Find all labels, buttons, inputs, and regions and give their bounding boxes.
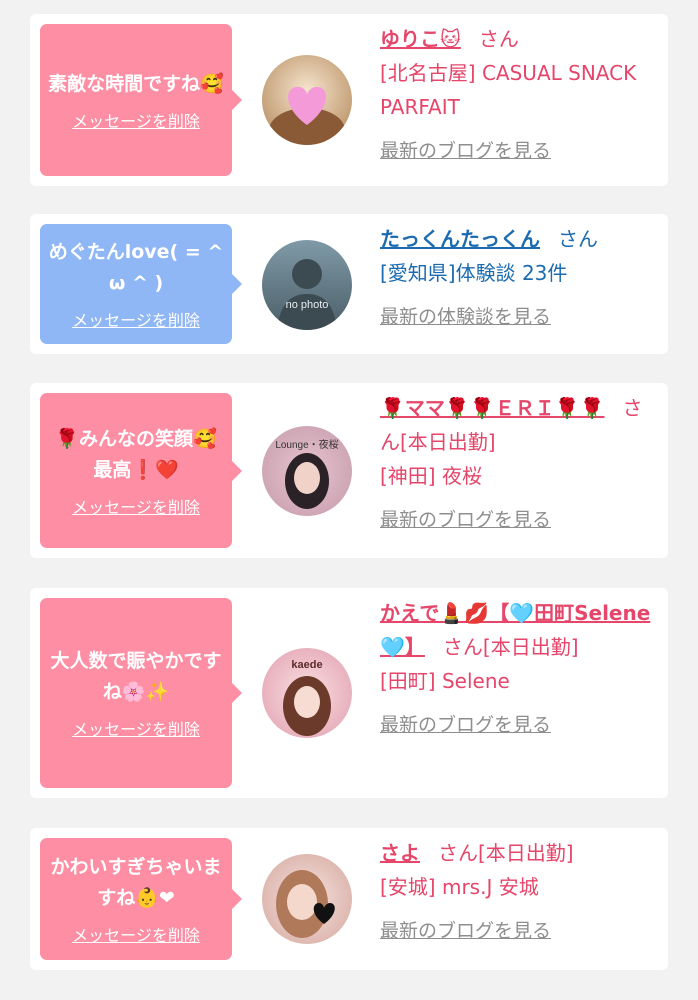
avatar-photo: kaede — [262, 648, 352, 738]
honorific: さん — [438, 841, 478, 865]
avatar[interactable]: no photo — [262, 240, 352, 330]
message-card: 大人数で賑やかですね🌸✨ メッセージを削除 kaede かえで💄💋【🩵田町Sel… — [30, 588, 668, 798]
message-text: めぐたんlove( = ^ ω ^ ) — [48, 241, 224, 294]
message-card: 🌹みんなの笑顔🥰最高❗️❤️ メッセージを削除 Lounge・夜桜 🌹ママ🌹🌹Ｅ… — [30, 383, 668, 558]
latest-blog-link[interactable]: 最新のブログを見る — [380, 136, 551, 163]
avatar[interactable]: kaede — [262, 648, 352, 738]
message-text: かわいすぎちゃいますね👶❤ — [50, 856, 222, 909]
message-card: 素敵な時間ですね🥰 メッセージを削除 ゆりこ🐱 さん [北名古屋] CASUAL … — [30, 14, 668, 186]
message-text: 大人数で賑やかですね🌸✨ — [50, 650, 222, 703]
message-text: 素敵な時間ですね🥰 — [48, 72, 224, 95]
delete-message-link[interactable]: メッセージを削除 — [72, 108, 200, 132]
shop-name: [北名古屋] CASUAL SNACK PARFAIT — [380, 61, 637, 119]
latest-blog-link[interactable]: 最新のブログを見る — [380, 710, 551, 737]
honorific: さん — [442, 635, 483, 659]
profile-info: ゆりこ🐱 さん [北名古屋] CASUAL SNACK PARFAIT 最新のブロ… — [380, 22, 656, 163]
avatar-photo — [262, 55, 352, 145]
profile-info: かえで💄💋【🩵田町Selene🩵】 さん[本日出勤] [田町] Selene 最新… — [380, 596, 656, 737]
svg-text:kaede: kaede — [291, 659, 322, 671]
message-bubble: かわいすぎちゃいますね👶❤ メッセージを削除 — [40, 838, 242, 960]
avatar-photo: Lounge・夜桜 — [262, 426, 352, 516]
review-count: [愛知県]体験談 23件 — [380, 261, 568, 285]
shop-name: [田町] Selene — [380, 669, 510, 693]
avatar[interactable] — [262, 55, 352, 145]
message-bubble: めぐたんlove( = ^ ω ^ ) メッセージを削除 — [40, 224, 242, 344]
message-card: かわいすぎちゃいますね👶❤ メッセージを削除 さよ さん[本日出勤] [安城] m… — [30, 828, 668, 970]
delete-message-link[interactable]: メッセージを削除 — [72, 494, 200, 518]
status-badge: [本日出勤] — [478, 841, 574, 865]
avatar-photo — [262, 854, 352, 944]
profile-info: たっくんたっくん さん [愛知県]体験談 23件 最新の体験談を見る — [380, 222, 656, 329]
delete-message-link[interactable]: メッセージを削除 — [72, 716, 200, 740]
profile-name-link[interactable]: さよ — [380, 841, 420, 865]
profile-info: 🌹ママ🌹🌹ＥＲＩ🌹🌹 さん[本日出勤] [神田] 夜桜 最新のブログを見る — [380, 391, 656, 532]
latest-review-link[interactable]: 最新の体験談を見る — [380, 302, 551, 329]
honorific: さん — [558, 227, 598, 251]
svg-text:Lounge・夜桜: Lounge・夜桜 — [275, 438, 338, 451]
avatar[interactable]: Lounge・夜桜 — [262, 426, 352, 516]
delete-message-link[interactable]: メッセージを削除 — [72, 922, 200, 946]
message-bubble: 大人数で賑やかですね🌸✨ メッセージを削除 — [40, 598, 242, 788]
shop-name: [神田] 夜桜 — [380, 464, 482, 488]
status-badge: [本日出勤] — [400, 430, 496, 454]
latest-blog-link[interactable]: 最新のブログを見る — [380, 916, 551, 943]
latest-blog-link[interactable]: 最新のブログを見る — [380, 505, 551, 532]
message-bubble: 素敵な時間ですね🥰 メッセージを削除 — [40, 24, 242, 176]
svg-text:no photo: no photo — [286, 299, 329, 311]
shop-name: [安城] mrs.J 安城 — [380, 875, 539, 899]
status-badge: [本日出勤] — [482, 635, 579, 659]
message-bubble: 🌹みんなの笑顔🥰最高❗️❤️ メッセージを削除 — [40, 393, 242, 548]
message-text: 🌹みんなの笑顔🥰最高❗️❤️ — [55, 427, 217, 481]
no-photo-icon: no photo — [262, 240, 352, 330]
profile-name-link[interactable]: ゆりこ🐱 — [380, 27, 461, 51]
message-card: めぐたんlove( = ^ ω ^ ) メッセージを削除 no photo たっ… — [30, 214, 668, 354]
delete-message-link[interactable]: メッセージを削除 — [72, 307, 200, 331]
profile-info: さよ さん[本日出勤] [安城] mrs.J 安城 最新のブログを見る — [380, 836, 656, 943]
honorific: さん — [478, 27, 519, 51]
profile-name-link[interactable]: 🌹ママ🌹🌹ＥＲＩ🌹🌹 — [380, 396, 605, 420]
profile-name-link[interactable]: たっくんたっくん — [380, 227, 540, 251]
avatar[interactable] — [262, 854, 352, 944]
